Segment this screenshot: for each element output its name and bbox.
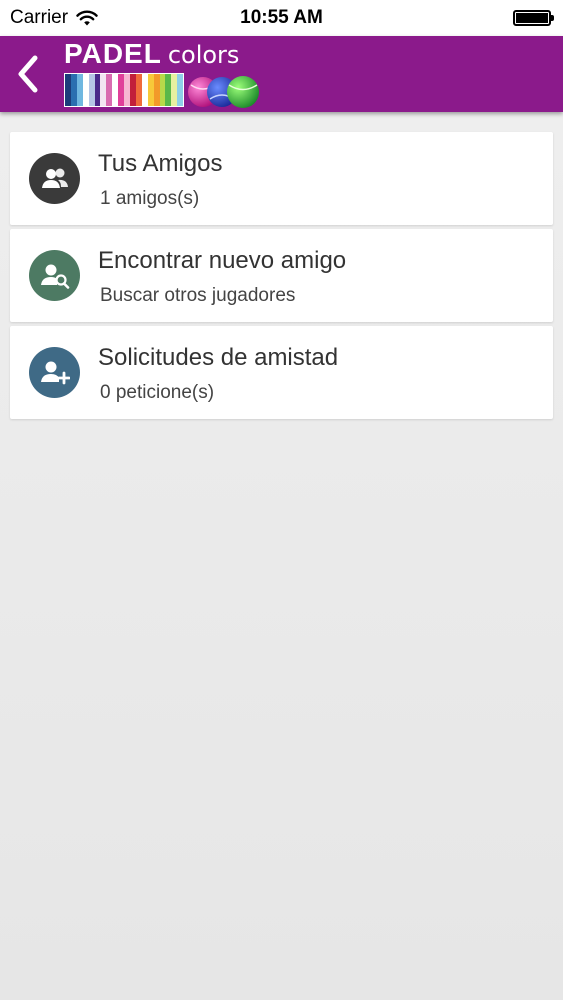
menu-item-solicitudes-de-amistad[interactable]: Solicitudes de amistad 0 peticione(s) <box>10 326 553 419</box>
logo-word-colors: colors <box>167 41 240 69</box>
navigation-bar: PADEL colors <box>0 36 563 112</box>
menu-item-subtitle: Buscar otros jugadores <box>100 285 296 306</box>
menu-item-title: Solicitudes de amistad <box>98 344 339 371</box>
back-button[interactable] <box>8 50 48 98</box>
menu-item-subtitle: 1 amigos(s) <box>100 188 200 209</box>
menu-item-subtitle: 0 peticione(s) <box>100 382 215 403</box>
user-search-icon <box>29 250 80 301</box>
menu-item-title: Tus Amigos <box>98 150 223 177</box>
friends-menu-list: Tus Amigos 1 amigos(s) Encontrar nuevo a… <box>10 132 553 423</box>
menu-item-encontrar-nuevo-amigo[interactable]: Encontrar nuevo amigo Buscar otros jugad… <box>10 229 553 322</box>
menu-item-tus-amigos[interactable]: Tus Amigos 1 amigos(s) <box>10 132 553 225</box>
padel-colors-logo: PADEL colors <box>63 40 263 108</box>
user-add-icon <box>29 347 80 398</box>
clock: 10:55 AM <box>240 7 323 28</box>
color-stripes <box>64 73 184 107</box>
logo-title: PADEL colors <box>64 40 239 73</box>
logo-word-padel: PADEL <box>64 38 162 69</box>
chevron-left-icon <box>18 55 38 93</box>
menu-item-title: Encontrar nuevo amigo <box>98 247 347 274</box>
tennis-balls-icon <box>188 76 259 108</box>
battery-icon <box>513 10 554 26</box>
status-bar: Carrier 10:55 AM <box>0 0 563 36</box>
group-icon <box>29 153 80 204</box>
